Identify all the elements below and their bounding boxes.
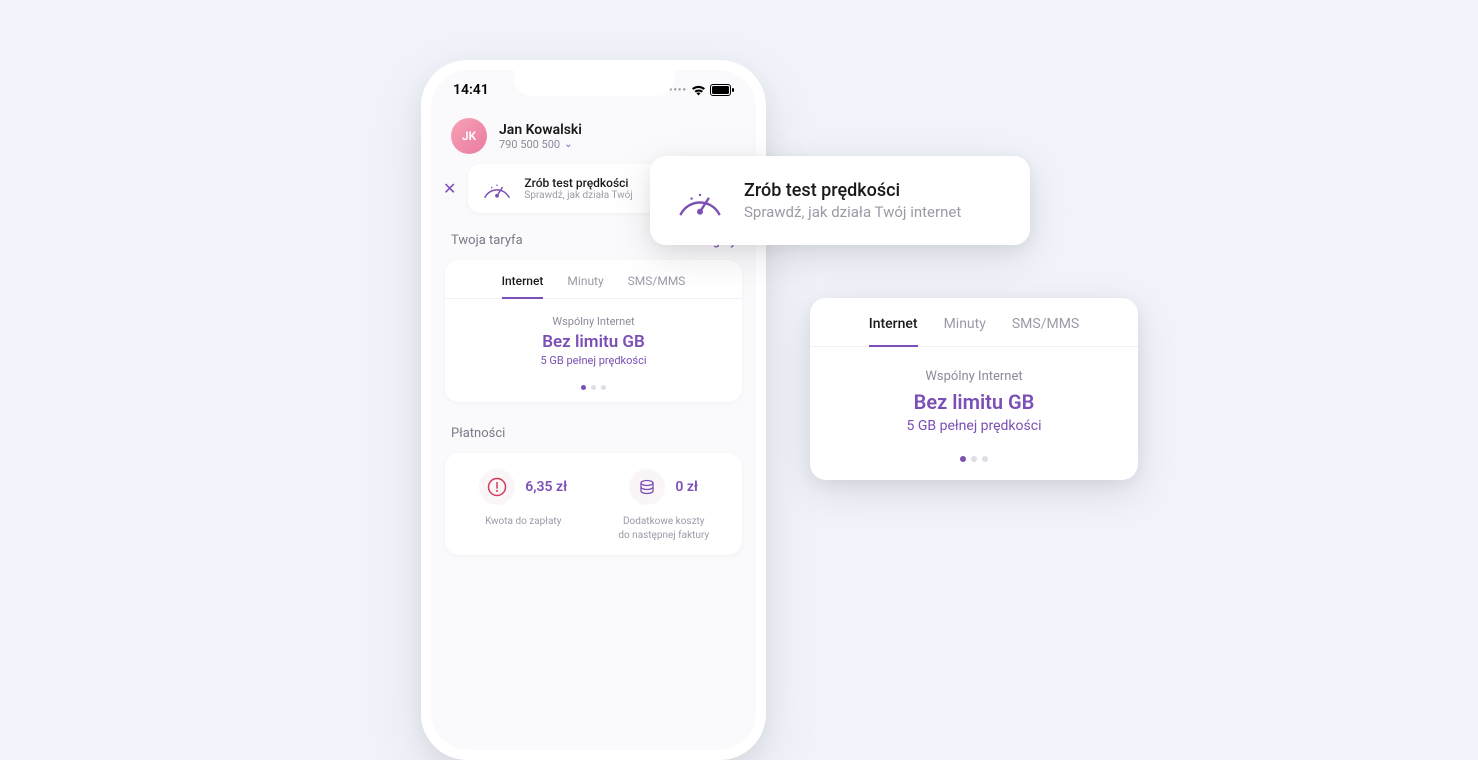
tab-minutes[interactable]: Minuty xyxy=(944,316,986,346)
tariff-callout: Internet Minuty SMS/MMS Wspólny Internet… xyxy=(810,298,1138,480)
payments-row: 6,35 zł Kwota do zapłaty 0 zł Dodatkowe … xyxy=(445,453,742,555)
tariff-label: Wspólny Internet xyxy=(445,315,742,328)
tariff-label: Wspólny Internet xyxy=(810,369,1138,384)
banner-subtitle: Sprawdź, jak działa Twój xyxy=(524,190,632,201)
amount-extra: 0 zł xyxy=(675,479,698,495)
payment-label: Kwota do zapłaty xyxy=(457,515,590,529)
tariff-tabs: Internet Minuty SMS/MMS xyxy=(810,298,1138,347)
payment-extra[interactable]: 0 zł Dodatkowe koszty do następnej faktu… xyxy=(598,469,731,543)
profile-name: Jan Kowalski xyxy=(499,122,582,138)
speed-test-callout[interactable]: Zrób test prędkości Sprawdź, jak działa … xyxy=(650,156,1030,245)
dot xyxy=(601,385,606,390)
tariff-content: Wspólny Internet Bez limitu GB 5 GB pełn… xyxy=(445,299,742,377)
alert-icon xyxy=(479,469,515,505)
tariff-main: Bez limitu GB xyxy=(810,390,1138,414)
payment-due[interactable]: 6,35 zł Kwota do zapłaty xyxy=(457,469,590,543)
tab-minutes[interactable]: Minuty xyxy=(567,274,603,298)
payment-top: 0 zł xyxy=(598,469,731,505)
dot xyxy=(960,456,966,462)
coins-icon xyxy=(629,469,665,505)
dot xyxy=(581,385,586,390)
pagination-dots[interactable] xyxy=(810,446,1138,480)
tariff-main: Bez limitu GB xyxy=(445,332,742,352)
payments-header: Płatności xyxy=(431,418,756,449)
payment-label: Dodatkowe koszty do następnej faktury xyxy=(598,515,731,543)
dot xyxy=(971,456,977,462)
phone-notch xyxy=(514,70,674,96)
tab-internet[interactable]: Internet xyxy=(869,316,918,346)
tariff-sub: 5 GB pełnej prędkości xyxy=(810,418,1138,434)
callout-text: Zrób test prędkości Sprawdź, jak działa … xyxy=(744,180,961,221)
tariff-card: Internet Minuty SMS/MMS Wspólny Internet… xyxy=(445,260,742,402)
tariff-sub: 5 GB pełnej prędkości xyxy=(445,354,742,367)
amount-due: 6,35 zł xyxy=(525,479,567,495)
section-title: Płatności xyxy=(451,426,505,441)
tab-sms[interactable]: SMS/MMS xyxy=(628,274,686,298)
profile-section[interactable]: JK Jan Kowalski 790 500 500 ⌄ xyxy=(431,104,756,164)
tariff-tabs: Internet Minuty SMS/MMS xyxy=(445,260,742,299)
payment-top: 6,35 zł xyxy=(457,469,590,505)
status-time: 14:41 xyxy=(453,82,489,98)
banner-text: Zrób test prędkości Sprawdź, jak działa … xyxy=(524,176,632,201)
profile-phone[interactable]: 790 500 500 ⌄ xyxy=(499,138,582,151)
close-icon[interactable]: ✕ xyxy=(439,175,460,202)
dot xyxy=(982,456,988,462)
chevron-down-icon: ⌄ xyxy=(564,139,572,150)
tab-sms[interactable]: SMS/MMS xyxy=(1012,316,1079,346)
tab-internet[interactable]: Internet xyxy=(502,274,544,298)
banner-title: Zrób test prędkości xyxy=(524,176,632,190)
wifi-icon xyxy=(691,85,706,96)
callout-title: Zrób test prędkości xyxy=(744,180,961,201)
section-title: Twoja taryfa xyxy=(451,233,523,248)
avatar: JK xyxy=(451,118,487,154)
gauge-icon xyxy=(676,182,724,220)
dot xyxy=(591,385,596,390)
payments-card: 6,35 zł Kwota do zapłaty 0 zł Dodatkowe … xyxy=(445,453,742,555)
battery-icon xyxy=(710,84,734,96)
profile-info: Jan Kowalski 790 500 500 ⌄ xyxy=(499,122,582,151)
tariff-content: Wspólny Internet Bez limitu GB 5 GB pełn… xyxy=(810,347,1138,446)
pagination-dots[interactable] xyxy=(445,377,742,402)
gauge-icon xyxy=(482,177,512,201)
callout-subtitle: Sprawdź, jak działa Twój internet xyxy=(744,203,961,221)
status-indicators: •••• xyxy=(669,84,734,96)
